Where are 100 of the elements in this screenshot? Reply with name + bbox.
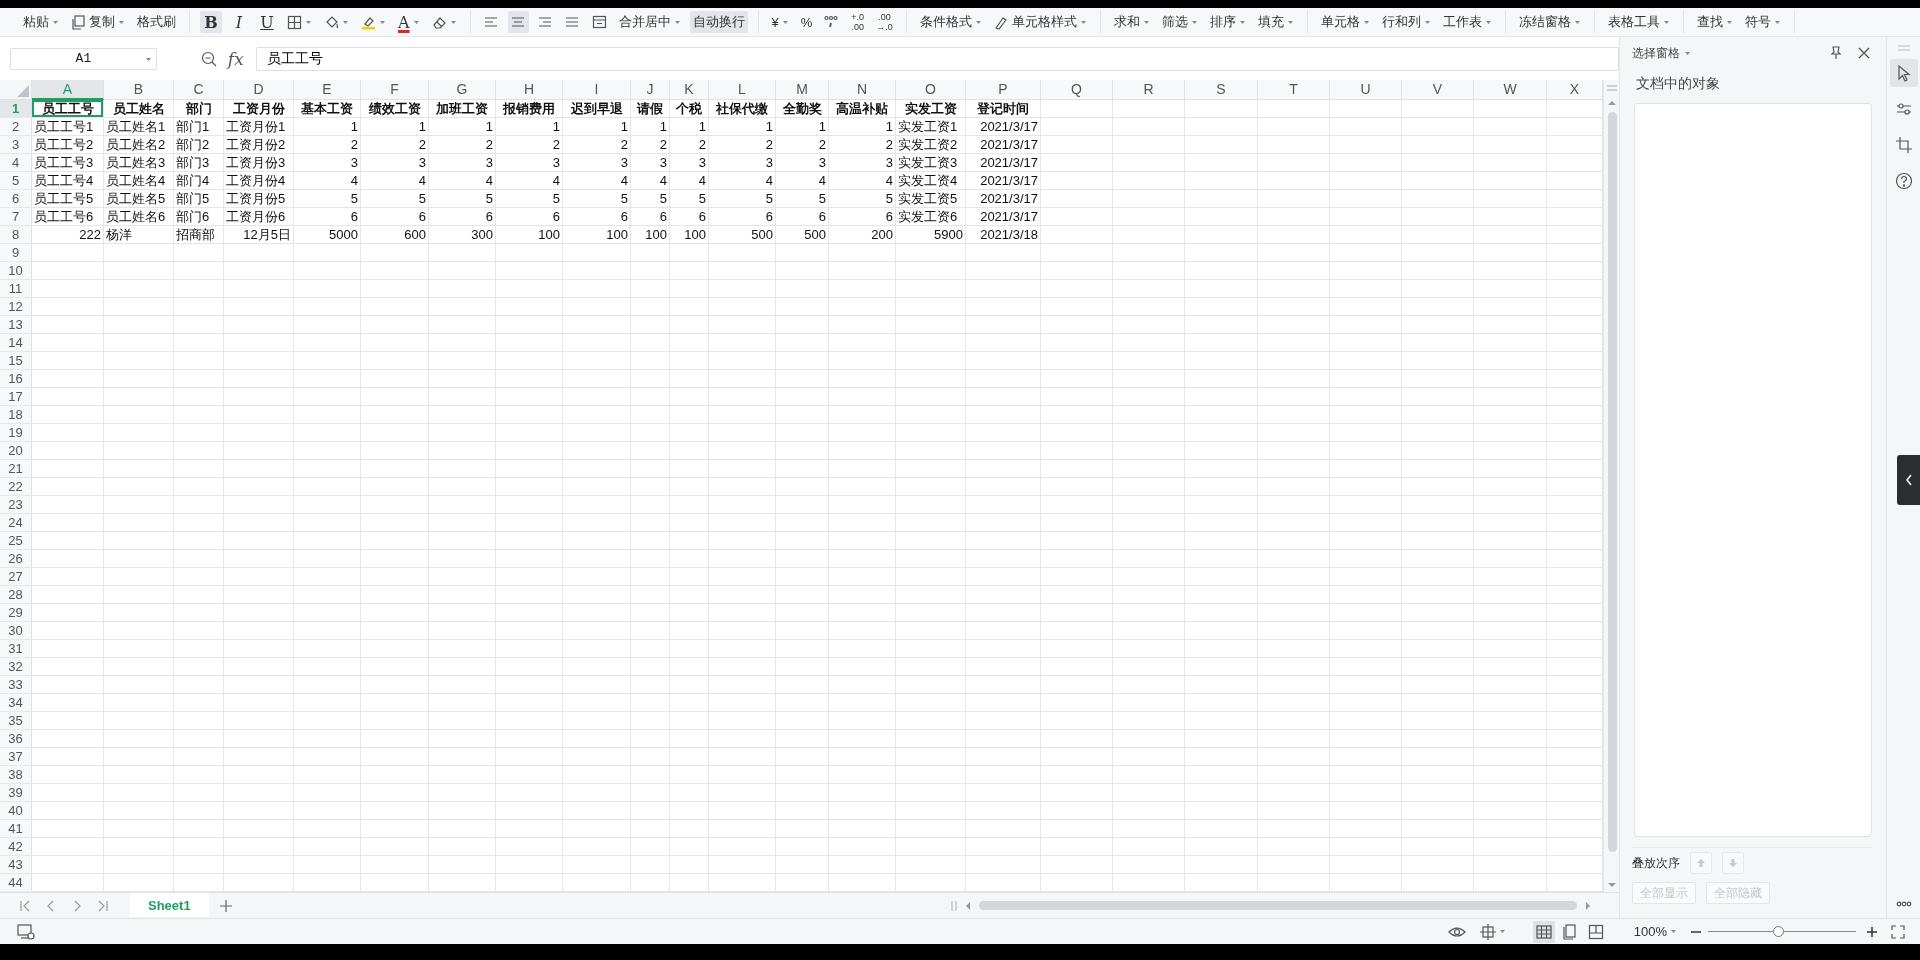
column-header[interactable]: F <box>361 80 429 100</box>
toolbar-button[interactable]: 粘贴 <box>20 11 62 33</box>
toolbar-button[interactable]: ¥ <box>768 11 792 33</box>
row-header[interactable]: 39 <box>0 784 32 802</box>
font-color-button[interactable]: A <box>395 11 423 33</box>
row-header[interactable]: 8 <box>0 226 32 244</box>
scrollbar-thumb[interactable] <box>1607 112 1617 852</box>
toolbar-button[interactable]: 合并居中 <box>615 11 684 33</box>
name-box[interactable]: A1 <box>10 47 157 70</box>
row-header[interactable]: 38 <box>0 766 32 784</box>
row-header[interactable]: 24 <box>0 514 32 532</box>
row-header[interactable]: 4 <box>0 154 32 172</box>
row-header[interactable]: 43 <box>0 856 32 874</box>
row-header[interactable]: 23 <box>0 496 32 514</box>
row-header[interactable]: 13 <box>0 316 32 334</box>
row-header[interactable]: 10 <box>0 262 32 280</box>
slider-thumb[interactable] <box>1772 926 1784 937</box>
normal-view-button[interactable] <box>1532 920 1555 943</box>
row-header[interactable]: 2 <box>0 118 32 136</box>
toolbar-button[interactable]: 求和 <box>1110 11 1153 33</box>
toolbar-button[interactable]: 工作表 <box>1439 11 1495 33</box>
column-header[interactable]: W <box>1474 80 1547 100</box>
align-center-button[interactable] <box>507 11 529 33</box>
column-header[interactable]: K <box>670 80 709 100</box>
formula-input[interactable]: 员工工号 <box>255 46 1619 71</box>
row-header[interactable]: 32 <box>0 658 32 676</box>
row-header[interactable]: 19 <box>0 424 32 442</box>
column-header[interactable]: H <box>496 80 563 100</box>
row-header[interactable]: 33 <box>0 676 32 694</box>
collapse-tab[interactable] <box>1897 455 1920 505</box>
row-header[interactable]: 7 <box>0 208 32 226</box>
column-header[interactable]: U <box>1330 80 1402 100</box>
row-header[interactable]: 26 <box>0 550 32 568</box>
row-header[interactable]: 14 <box>0 334 32 352</box>
toolbar-button[interactable]: % <box>797 11 816 33</box>
row-header[interactable]: 34 <box>0 694 32 712</box>
select-button[interactable] <box>1889 59 1918 87</box>
row-header[interactable]: 6 <box>0 190 32 208</box>
pin-button[interactable] <box>1828 45 1844 61</box>
row-header[interactable]: 42 <box>0 838 32 856</box>
row-header[interactable]: 16 <box>0 370 32 388</box>
close-button[interactable] <box>1856 45 1872 61</box>
column-header[interactable]: T <box>1258 80 1330 100</box>
column-header[interactable]: G <box>429 80 496 100</box>
row-header[interactable]: 30 <box>0 622 32 640</box>
toolbar-button[interactable]: 行和列 <box>1378 11 1434 33</box>
row-header[interactable]: 17 <box>0 388 32 406</box>
row-header[interactable]: 22 <box>0 478 32 496</box>
scrollbar-thumb[interactable] <box>979 901 1577 910</box>
column-header[interactable]: I <box>563 80 631 100</box>
column-header[interactable]: Q <box>1041 80 1113 100</box>
column-header[interactable]: C <box>174 80 224 100</box>
column-header[interactable]: L <box>709 80 776 100</box>
underline-button[interactable]: U <box>256 11 278 33</box>
row-header[interactable]: 31 <box>0 640 32 658</box>
toolbar-button[interactable]: 格式刷 <box>134 11 179 33</box>
row-header[interactable]: 27 <box>0 568 32 586</box>
pane-title-menu[interactable]: 选择窗格 <box>1632 44 1691 62</box>
decimal-button[interactable]: +.0 .00 <box>848 11 868 33</box>
row-header[interactable]: 3 <box>0 136 32 154</box>
column-header[interactable]: S <box>1185 80 1258 100</box>
column-header[interactable]: R <box>1113 80 1185 100</box>
row-header[interactable]: 37 <box>0 748 32 766</box>
row-header[interactable]: 28 <box>0 586 32 604</box>
row-header[interactable]: 25 <box>0 532 32 550</box>
row-header[interactable]: 29 <box>0 604 32 622</box>
column-header[interactable]: X <box>1547 80 1603 100</box>
toolbar-button[interactable]: 自动换行 <box>689 11 748 33</box>
toolbar-button[interactable]: 冻结窗格 <box>1515 11 1584 33</box>
row-header[interactable]: 20 <box>0 442 32 460</box>
row-header[interactable]: 44 <box>0 874 32 892</box>
column-header[interactable]: D <box>224 80 294 100</box>
column-header[interactable]: M <box>776 80 829 100</box>
copy-button[interactable]: 复制 <box>68 11 128 33</box>
decimal-button[interactable]: .00 →.0 <box>873 11 896 33</box>
cell-style-button[interactable]: 单元格样式 <box>990 11 1090 33</box>
insert-function-button[interactable]: fx <box>224 47 247 70</box>
toolbar-button[interactable]: 表格工具 <box>1604 11 1673 33</box>
toolbar-button[interactable]: 填充 <box>1254 11 1297 33</box>
toolbar-button[interactable]: 查找 <box>1693 11 1736 33</box>
toolbar-button[interactable]: 单元格 <box>1317 11 1373 33</box>
row-header[interactable]: 41 <box>0 820 32 838</box>
toolbar-button[interactable]: 排序 <box>1206 11 1249 33</box>
row-header[interactable]: 21 <box>0 460 32 478</box>
row-header[interactable]: 5 <box>0 172 32 190</box>
row-header[interactable]: 18 <box>0 406 32 424</box>
row-header[interactable]: 9 <box>0 244 32 262</box>
zoom-menu[interactable]: 100% <box>1630 920 1680 943</box>
italic-button[interactable]: I <box>228 11 250 33</box>
toolbar-button[interactable]: 条件格式 <box>916 11 985 33</box>
column-header[interactable]: J <box>631 80 670 100</box>
column-header[interactable]: O <box>896 80 966 100</box>
column-header[interactable]: V <box>1402 80 1474 100</box>
bold-button[interactable]: B <box>200 11 222 33</box>
column-header[interactable]: N <box>829 80 896 100</box>
column-header[interactable]: E <box>294 80 361 100</box>
toolbar-button[interactable]: 符号 <box>1741 11 1784 33</box>
row-header[interactable]: 15 <box>0 352 32 370</box>
row-header[interactable]: 36 <box>0 730 32 748</box>
row-header[interactable]: 35 <box>0 712 32 730</box>
